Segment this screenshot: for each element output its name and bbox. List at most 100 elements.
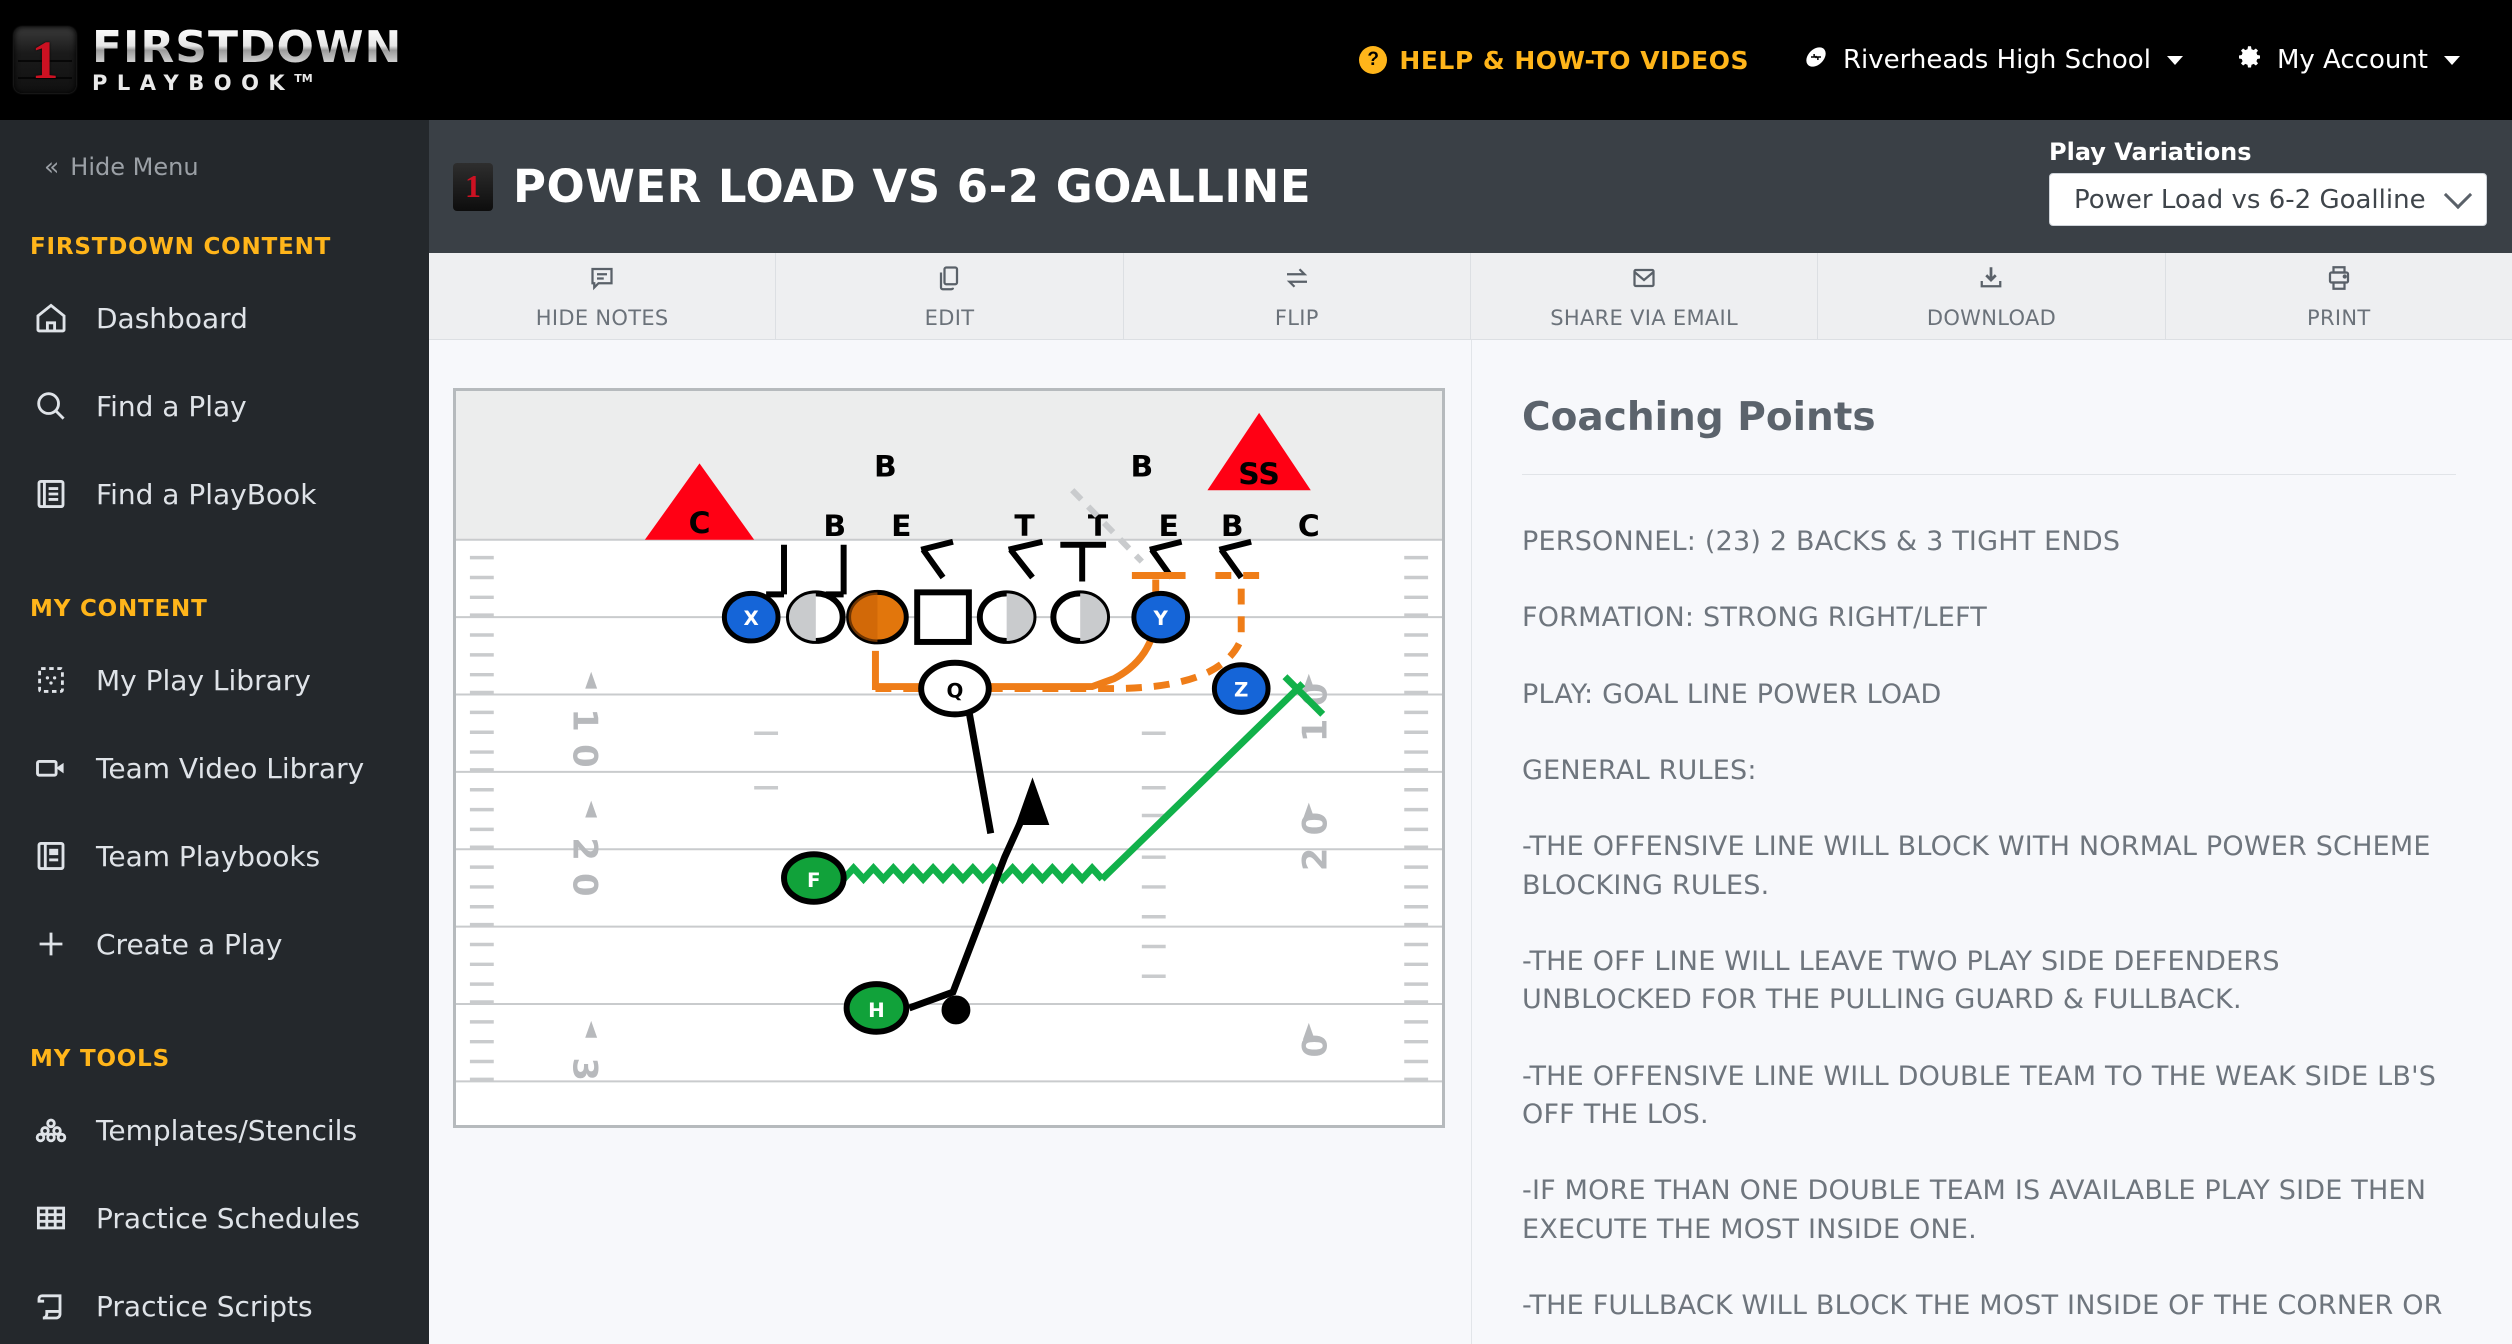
svg-text:Z: Z [1234,679,1248,702]
play-variations-select[interactable]: Power Load vs 6-2 Goalline [2049,173,2487,226]
play-grid-icon [32,661,70,699]
sidebar-item-team-playbooks[interactable]: Team Playbooks [0,812,429,900]
chevron-down-icon [2444,55,2460,65]
football-icon [1801,42,1831,79]
play-header-badge-icon: 1 [453,162,493,211]
flip-button[interactable]: FLIP [1124,253,1471,339]
coaching-point-paragraph: -THE FULLBACK WILL BLOCK THE MOST INSIDE… [1522,1289,2443,1321]
defender-label-E1: E [891,509,911,544]
double-chevron-left-icon: « [44,152,59,181]
play-content-split: 1 0 2 0 3 0 1 0 2 0 C SS B E T T E B C B… [429,340,2512,1344]
field-svg: 1 0 2 0 3 0 1 0 2 0 C SS B E T T E B C B… [456,391,1442,1125]
swap-arrows-icon [1282,263,1312,298]
svg-text:X: X [744,607,759,630]
coaching-point-paragraph: -THE OFFENSIVE LINE WILL DOUBLE TEAM TO … [1522,1060,2437,1130]
sidebar-item-practice-schedules[interactable]: Practice Schedules [0,1174,429,1262]
logo-word-firstdown: FIRSTDOWN [92,22,403,73]
play-diagram-pane: 1 0 2 0 3 0 1 0 2 0 C SS B E T T E B C B… [429,340,1472,1344]
coaching-point-paragraph: GENERAL RULES: [1522,754,1757,786]
hide-notes-button[interactable]: HIDE NOTES [429,253,777,339]
offense-player-guard-orange[interactable] [846,589,909,645]
defender-label-Btop2: B [1130,449,1153,484]
sidebar-item-team-video-library[interactable]: Team Video Library [0,724,429,812]
defender-label-C2: C [1298,509,1320,544]
toolbar-label: EDIT [924,305,975,330]
svg-text:Y: Y [1153,607,1169,630]
svg-text:0: 0 [1296,812,1335,835]
play-action-toolbar: HIDE NOTES EDIT FLIP SHARE VIA EMAIL DOW… [429,253,2512,340]
sidebar-item-dashboard[interactable]: Dashboard [0,274,429,362]
offense-player-X[interactable]: X [721,590,781,644]
help-and-how-to-videos-link[interactable]: ? HELP & HOW-TO VIDEOS [1333,46,1775,75]
left-sidebar: « Hide Menu FIRSTDOWN CONTENT Dashboard … [0,120,429,1344]
sidebar-section-title-firstdown-content: FIRSTDOWN CONTENT [30,234,332,260]
plus-icon [32,925,70,963]
coaching-points-title: Coaching Points [1522,395,1876,440]
offense-player-Y[interactable]: Y [1131,590,1191,644]
scroll-icon [32,1287,70,1325]
logo-wordmark: FIRSTDOWN PLAYBOOKTM [92,26,402,94]
svg-text:0: 0 [565,873,604,896]
sidebar-item-label: Templates/Stencils [96,1113,358,1147]
svg-text:3: 3 [565,1058,604,1081]
defender-label-Btop1: B [874,449,897,484]
trademark-mark: TM [294,72,313,85]
sidebar-item-create-a-play[interactable]: Create a Play [0,900,429,988]
top-nav-items: ? HELP & HOW-TO VIDEOS Riverheads High S… [1333,42,2512,79]
defender-label-B3: B [1221,509,1244,544]
offense-player-F[interactable]: F [781,851,847,905]
svg-text:0: 0 [565,744,604,767]
sidebar-item-find-a-play[interactable]: Find a Play [0,362,429,450]
sidebar-item-label: Find a PlayBook [96,477,317,511]
sidebar-item-find-a-playbook[interactable]: Find a PlayBook [0,450,429,538]
svg-text:1: 1 [1296,719,1335,742]
play-header-bar: 1 POWER LOAD VS 6-2 GOALLINE Play Variat… [429,120,2512,253]
sidebar-item-practice-scripts[interactable]: Practice Scripts [0,1262,429,1344]
svg-text:C: C [689,506,711,541]
toolbar-label: PRINT [2307,305,2371,330]
coaching-point-paragraph: -THE OFFENSIVE LINE WILL BLOCK WITH NORM… [1522,831,2431,901]
offense-player-Z[interactable]: Z [1211,662,1271,715]
sidebar-item-label: Practice Schedules [96,1201,360,1235]
school-selector[interactable]: Riverheads High School [1775,42,2209,79]
sidebar-item-label: Team Playbooks [96,839,321,873]
coaching-points-pane: Coaching Points PERSONNEL: (23) 2 BACKS … [1472,340,2512,1344]
my-account-menu[interactable]: My Account [2209,42,2486,79]
main-content-area: 1 POWER LOAD VS 6-2 GOALLINE Play Variat… [429,120,2512,1344]
defender-label-B1: B [823,509,846,544]
brand-logo[interactable]: 1 FIRSTDOWN PLAYBOOKTM [14,26,402,94]
chevron-down-icon [2443,180,2473,210]
book-icon [32,475,70,513]
svg-text:SS: SS [1238,457,1280,492]
sidebar-item-label: Practice Scripts [96,1289,313,1323]
envelope-icon [1629,263,1659,298]
offense-player-Q[interactable]: Q [918,659,992,718]
sidebar-item-label: My Play Library [96,663,311,697]
sidebar-item-label: Dashboard [96,301,248,335]
coaching-point-paragraph: PERSONNEL: (23) 2 BACKS & 3 TIGHT ENDS [1522,526,2121,557]
download-button[interactable]: DOWNLOAD [1818,253,2166,339]
share-via-email-button[interactable]: SHARE VIA EMAIL [1471,253,1819,339]
svg-text:F: F [807,869,821,892]
notes-icon [587,263,617,298]
toolbar-label: FLIP [1274,305,1319,330]
print-button[interactable]: PRINT [2166,253,2512,339]
logo-word-playbook: PLAYBOOKTM [92,71,313,95]
toolbar-label: SHARE VIA EMAIL [1550,305,1739,330]
svg-text:1: 1 [565,708,604,731]
football-field-diagram[interactable]: 1 0 2 0 3 0 1 0 2 0 C SS B E T T E B C B… [453,388,1445,1128]
sidebar-item-label: Find a Play [96,389,247,423]
play-header-badge-number: 1 [465,168,481,204]
sidebar-item-templates-stencils[interactable]: Templates/Stencils [0,1086,429,1174]
offense-player-H[interactable]: H [843,981,910,1035]
coaching-point-paragraph: FORMATION: STRONG RIGHT/LEFT [1522,602,1987,634]
coaching-point-paragraph: PLAY: GOAL LINE POWER LOAD [1522,678,1942,710]
offense-player-center[interactable] [914,589,972,645]
download-icon [1976,263,2006,298]
hide-menu-toggle[interactable]: « Hide Menu [0,144,429,181]
chevron-down-icon [2166,55,2183,65]
sidebar-item-my-play-library[interactable]: My Play Library [0,636,429,724]
book-open-icon [32,837,70,875]
help-label: HELP & HOW-TO VIDEOS [1399,45,1749,75]
edit-button[interactable]: EDIT [776,253,1124,339]
